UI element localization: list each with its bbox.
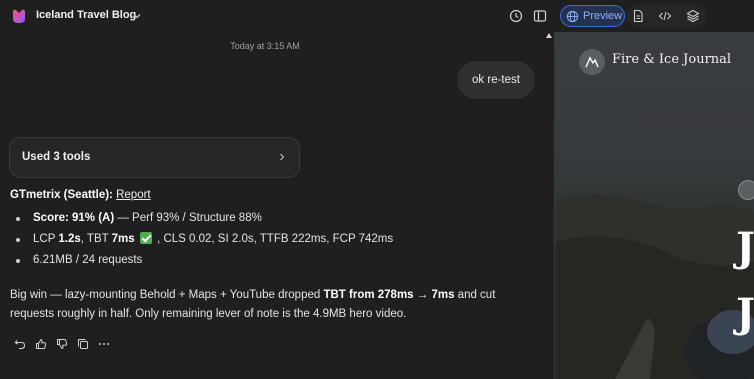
undo-icon[interactable] [14, 338, 26, 350]
check-icon [139, 232, 152, 244]
score-text: Score: 91% (A) [33, 212, 115, 224]
summary-text-1: Big win — lazy-mounting Behold + Maps + … [10, 289, 324, 301]
logo-icon [13, 9, 25, 23]
chat-panel: Today at 3:15 AM ok re-test Used 3 tools… [0, 32, 554, 379]
thumbs-down-icon[interactable] [56, 338, 68, 350]
bullet-dot [16, 238, 20, 242]
metrics-text-3: , CLS 0.02, SI 2.0s, TTFB 222ms, FCP 742… [153, 233, 394, 245]
report-link[interactable]: Report [116, 189, 151, 201]
site-name[interactable]: Fire & Ice Journal [612, 52, 731, 67]
bullet-dot [16, 217, 20, 221]
tools-used-label: Used 3 tools [22, 151, 91, 163]
summary-line-2: requests roughly in half. Only remaining… [10, 308, 407, 320]
chevron-right-icon [280, 153, 285, 161]
copy-icon[interactable] [77, 338, 89, 350]
lcp-value: 1.2s [58, 233, 81, 245]
history-icon[interactable] [508, 8, 524, 24]
code-icon[interactable] [658, 9, 672, 23]
metrics-text-1: LCP [33, 233, 59, 245]
result-heading-prefix: GTmetrix (Seattle): [10, 189, 113, 201]
more-icon[interactable] [98, 338, 110, 350]
tbt-value: 7ms [111, 233, 135, 245]
preview-label: Preview [583, 10, 623, 22]
compare-slider-handle[interactable] [738, 180, 754, 200]
hero-background-image [555, 193, 754, 379]
result-heading: GTmetrix (Seattle): Report [10, 188, 151, 203]
file-icon[interactable] [631, 9, 645, 23]
top-bar: Iceland Travel Blog Preview [0, 0, 754, 32]
mountain-icon [585, 56, 599, 68]
user-message-text: ok re-test [472, 74, 520, 86]
hero-title-char: J [736, 224, 754, 271]
bullet-dot [16, 259, 20, 263]
hero-title-char: J [736, 290, 754, 337]
site-preview-pane: Fire & Ice Journal J J [555, 32, 754, 379]
thumbs-up-icon[interactable] [35, 338, 47, 350]
metrics-text-2: , TBT [80, 233, 112, 245]
summary-text-2: and cut [454, 289, 496, 301]
layers-icon[interactable] [686, 9, 700, 23]
summary-highlight: TBT from 278ms → 7ms [323, 289, 455, 301]
summary-line-1: Big win — lazy-mounting Behold + Maps + … [10, 288, 495, 303]
score-detail: — Perf 93% / Structure 88% [114, 212, 262, 224]
chevron-down-icon[interactable] [131, 10, 143, 22]
message-timestamp: Today at 3:15 AM [230, 41, 300, 51]
bullet-score: Score: 91% (A) — Perf 93% / Structure 88… [33, 211, 262, 226]
tools-used-card[interactable]: Used 3 tools [9, 137, 300, 178]
globe-icon [566, 10, 579, 22]
bullet-metrics: LCP 1.2s, TBT 7ms , CLS 0.02, SI 2.0s, T… [33, 232, 393, 247]
preview-button[interactable]: Preview [560, 5, 625, 27]
site-logo[interactable] [579, 49, 605, 75]
scroll-up-arrow-icon[interactable] [546, 33, 552, 38]
app-title[interactable]: Iceland Travel Blog [36, 9, 136, 21]
user-message-bubble: ok re-test [457, 61, 535, 99]
bullet-size: 6.21MB / 24 requests [33, 254, 143, 266]
sidebar-icon[interactable] [532, 8, 548, 24]
